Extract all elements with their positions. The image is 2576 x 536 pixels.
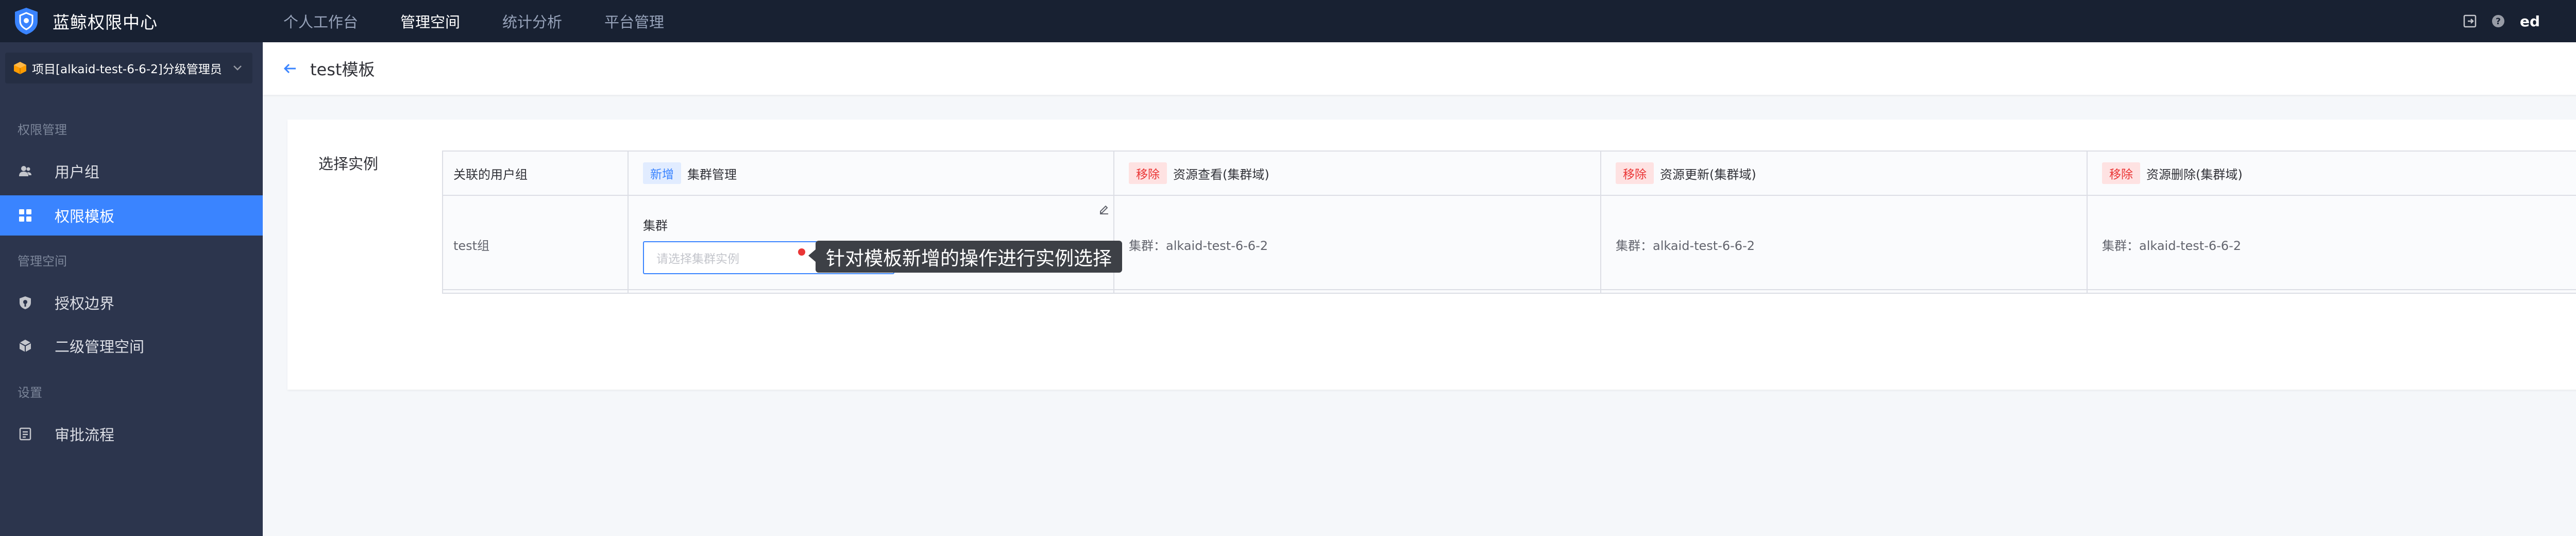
- nav-item-management-space[interactable]: 管理空间: [400, 0, 460, 42]
- sidebar-item-label: 授权边界: [55, 295, 115, 312]
- main-nav: 个人工作台 管理空间 统计分析 平台管理: [283, 0, 706, 42]
- cell-resource-view: 集群：alkaid-test-6-6-2: [1129, 239, 1268, 253]
- instance-table: 关联的用户组 新增 集群管理 移除 资源查看(集群域) 移除 资源更新(集群域)…: [442, 150, 2576, 294]
- project-cube-icon: [12, 60, 28, 76]
- sidebar-group-settings: 设置: [18, 386, 42, 400]
- column-header-resource-view: 移除 资源查看(集群域): [1129, 152, 1269, 195]
- column-header-label: 集群管理: [687, 167, 737, 182]
- help-icon[interactable]: ?: [2491, 14, 2505, 28]
- app-title: 蓝鲸权限中心: [53, 12, 158, 32]
- required-red-dot: [798, 248, 805, 256]
- language-switch[interactable]: ed: [2520, 13, 2540, 30]
- nav-item-personal-workbench[interactable]: 个人工作台: [283, 0, 358, 42]
- svg-text:?: ?: [2496, 16, 2501, 27]
- table-column-divider: [2087, 152, 2088, 293]
- page-title: test模板: [310, 60, 375, 79]
- table-bottom-divider: [443, 289, 2576, 290]
- back-arrow-icon[interactable]: [283, 63, 297, 74]
- sidebar-item-label: 用户组: [55, 163, 100, 181]
- tag-remove-badge: 移除: [1129, 162, 1167, 184]
- cell-resource-update: 集群：alkaid-test-6-6-2: [1616, 239, 1755, 253]
- sidebar-item-authorization-boundary[interactable]: 授权边界: [0, 282, 263, 323]
- tag-remove-badge: 移除: [2102, 162, 2140, 184]
- column-header-cluster-management: 新增 集群管理: [643, 152, 737, 195]
- approval-icon: [18, 426, 33, 442]
- page-header: test模板: [263, 42, 2576, 95]
- template-grid-icon: [18, 208, 33, 223]
- cell-user-group: test组: [453, 239, 490, 253]
- cube-icon: [18, 338, 33, 354]
- column-header-label: 资源更新(集群域): [1660, 167, 1756, 182]
- column-header-user-group: 关联的用户组: [453, 152, 528, 195]
- column-header-label: 资源删除(集群域): [2146, 167, 2243, 182]
- user-group-icon: [18, 163, 33, 179]
- sidebar-item-label: 权限模板: [55, 208, 115, 225]
- cell-resource-delete: 集群：alkaid-test-6-6-2: [2102, 239, 2241, 253]
- tag-remove-badge: 移除: [1616, 162, 1654, 184]
- space-selector[interactable]: 项目[alkaid-test-6-6-2]分级管理员: [5, 53, 252, 83]
- column-header-resource-delete: 移除 资源删除(集群域): [2102, 152, 2243, 195]
- brand: 蓝鲸权限中心: [0, 6, 263, 36]
- column-header-label: 关联的用户组: [453, 167, 528, 182]
- topbar-right: ? ed u: [2449, 0, 2576, 42]
- table-header-divider: [443, 195, 2576, 196]
- bk-logo-icon[interactable]: [11, 6, 41, 36]
- cluster-select-placeholder: 请选择集群实例: [656, 253, 739, 266]
- table-column-divider: [628, 152, 629, 293]
- chevron-down-icon: [232, 62, 243, 75]
- sidebar-item-permission-template[interactable]: 权限模板: [0, 195, 263, 236]
- sidebar-item-label: 审批流程: [55, 426, 115, 444]
- top-navbar: 蓝鲸权限中心 个人工作台 管理空间 统计分析 平台管理 ? ed u: [0, 0, 2576, 42]
- column-header-resource-update: 移除 资源更新(集群域): [1616, 152, 1756, 195]
- section-label: 选择实例: [318, 155, 379, 173]
- column-header-label: 资源查看(集群域): [1173, 167, 1269, 182]
- logout-icon[interactable]: [2463, 14, 2477, 28]
- sidebar-item-approval-process[interactable]: 审批流程: [0, 414, 263, 454]
- sidebar-item-secondary-management-space[interactable]: 二级管理空间: [0, 326, 263, 366]
- sidebar-group-management-space: 管理空间: [18, 254, 67, 269]
- edit-icon[interactable]: [1098, 203, 1110, 216]
- cluster-field-label: 集群: [643, 219, 668, 233]
- sidebar: 项目[alkaid-test-6-6-2]分级管理员 权限管理 用户组 权限模板…: [0, 42, 263, 536]
- sidebar-item-user-group[interactable]: 用户组: [0, 151, 263, 191]
- sidebar-group-permission-management: 权限管理: [18, 123, 67, 137]
- shield-boundary-icon: [18, 295, 33, 310]
- tooltip-arrow: [808, 249, 816, 262]
- content-card: 选择实例 关联的用户组 新增 集群管理 移除 资源查看(集群域) 移除 资源更新…: [287, 120, 2576, 390]
- table-column-divider: [1600, 152, 1601, 293]
- tag-add-badge: 新增: [643, 162, 681, 184]
- nav-item-statistics[interactable]: 统计分析: [502, 0, 562, 42]
- nav-item-platform-management[interactable]: 平台管理: [604, 0, 664, 42]
- space-selector-label: 项目[alkaid-test-6-6-2]分级管理员: [32, 63, 222, 76]
- sidebar-item-label: 二级管理空间: [55, 338, 145, 356]
- instance-select-tooltip: 针对模板新增的操作进行实例选择: [816, 241, 1122, 273]
